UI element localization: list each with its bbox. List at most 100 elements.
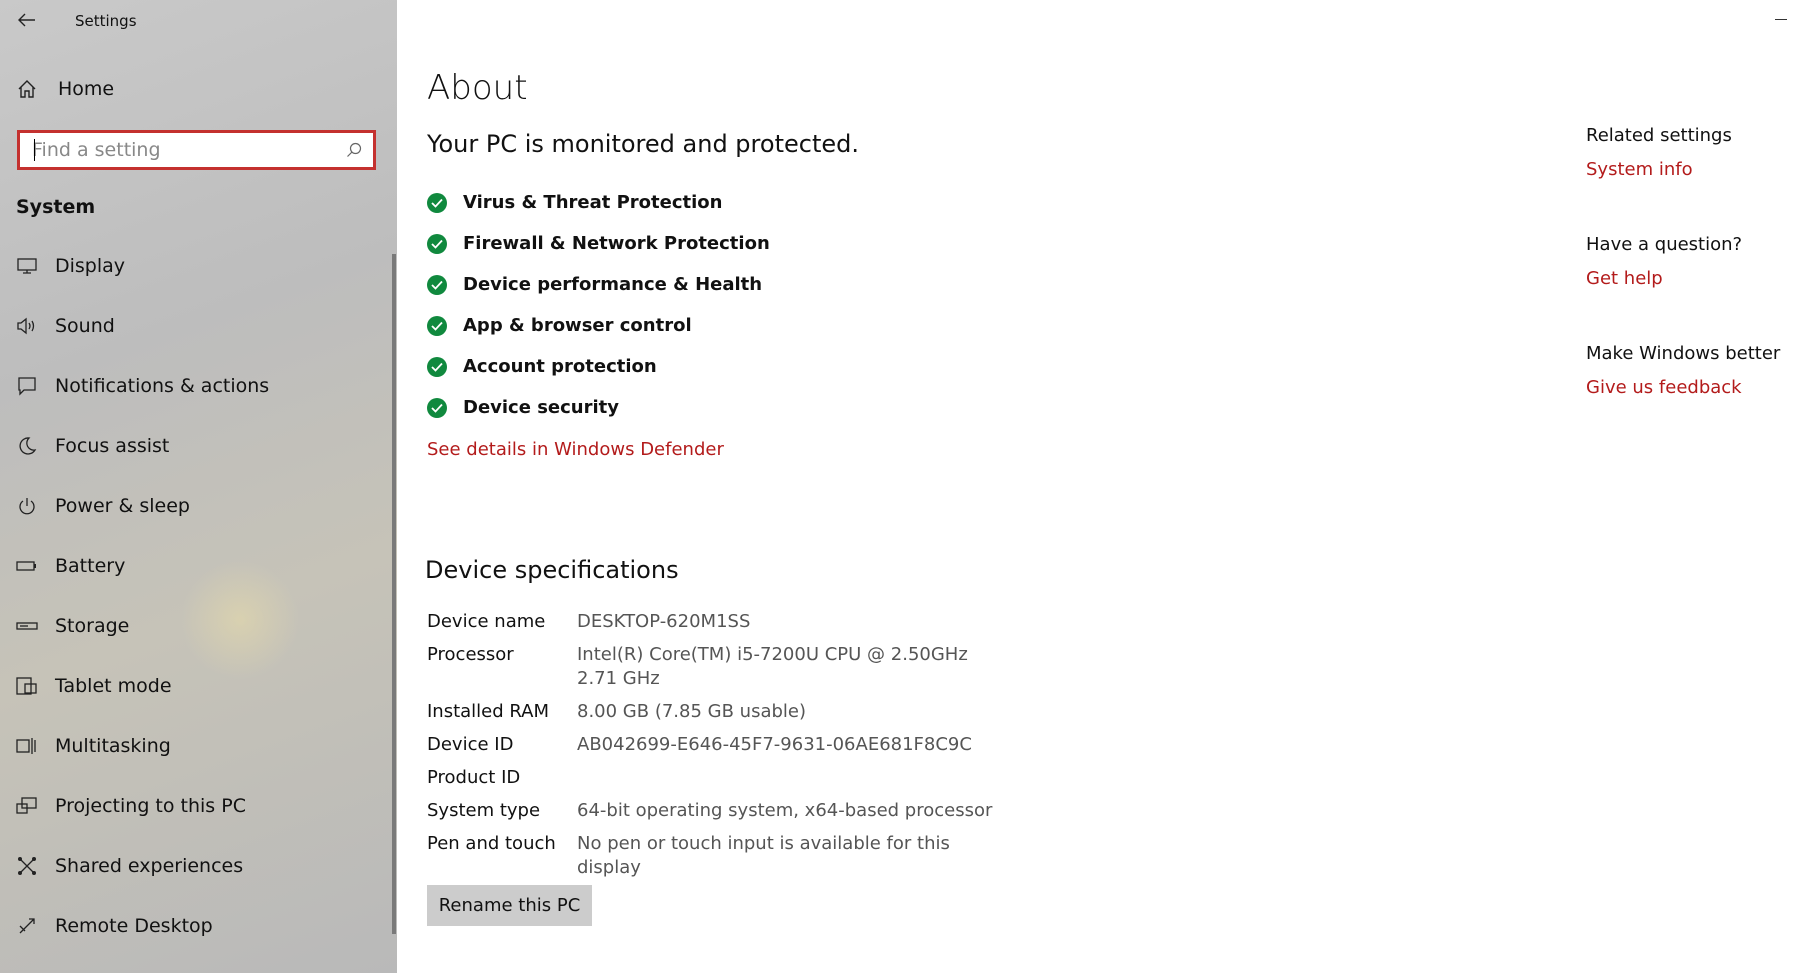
search-box[interactable]	[17, 130, 376, 170]
sidebar-item-projecting[interactable]: Projecting to this PC	[0, 776, 397, 836]
system-info-link[interactable]: System info	[1586, 159, 1796, 180]
device-specs-heading: Device specifications	[425, 556, 679, 584]
sidebar-item-remote-desktop[interactable]: Remote Desktop	[0, 896, 397, 956]
moon-icon	[16, 435, 38, 457]
projector-icon	[16, 795, 38, 817]
sidebar-item-battery[interactable]: Battery	[0, 536, 397, 596]
sidebar: Settings Home System Display Sound Notif…	[0, 0, 397, 973]
spec-value: No pen or touch input is available for t…	[577, 833, 950, 878]
protection-item-label: Device performance & Health	[463, 274, 763, 295]
sidebar-item-focus-assist[interactable]: Focus assist	[0, 416, 397, 476]
sidebar-item-home[interactable]: Home	[16, 78, 114, 100]
protection-item: Virus & Threat Protection	[427, 182, 770, 223]
check-circle-icon	[427, 356, 447, 377]
main-content: About Your PC is monitored and protected…	[397, 0, 1806, 973]
home-label: Home	[58, 78, 115, 100]
spec-row: Processor Intel(R) Core(TM) i5-7200U CPU…	[427, 643, 1027, 691]
sidebar-item-display[interactable]: Display	[0, 236, 397, 296]
spec-row: System type 64-bit operating system, x64…	[427, 799, 1027, 823]
multitasking-icon	[16, 735, 38, 757]
remote-desktop-icon	[16, 915, 38, 937]
protection-heading: Your PC is monitored and protected.	[427, 130, 859, 158]
spec-row: Device ID AB042699-E646-45F7-9631-06AE68…	[427, 733, 1027, 757]
sidebar-item-multitasking[interactable]: Multitasking	[0, 716, 397, 776]
protection-item-label: Virus & Threat Protection	[463, 192, 723, 213]
spec-row: Pen and touch No pen or touch input is a…	[427, 832, 1027, 880]
related-heading: Make Windows better	[1586, 343, 1781, 364]
windows-defender-link[interactable]: See details in Windows Defender	[427, 439, 724, 460]
question-block: Have a question? Get help	[1586, 234, 1796, 289]
spec-key: Processor	[427, 644, 514, 665]
power-icon	[16, 495, 38, 517]
back-button[interactable]	[16, 9, 38, 31]
spec-key: Device name	[427, 611, 546, 632]
shared-icon	[16, 855, 38, 877]
related-heading: Have a question?	[1586, 234, 1743, 255]
protection-item-label: Firewall & Network Protection	[463, 233, 770, 254]
sidebar-item-tablet-mode[interactable]: Tablet mode	[0, 656, 397, 716]
spec-row: Device name DESKTOP-620M1SS	[427, 610, 1027, 634]
speaker-icon	[16, 315, 38, 337]
section-title-system: System	[16, 196, 96, 218]
check-circle-icon	[427, 315, 447, 336]
sidebar-scrollbar[interactable]	[392, 254, 396, 934]
spec-key: Installed RAM	[427, 701, 550, 722]
check-circle-icon	[427, 233, 447, 254]
check-circle-icon	[427, 397, 447, 418]
sidebar-item-label: Battery	[55, 555, 126, 577]
spec-row: Product ID	[427, 766, 1027, 790]
check-circle-icon	[427, 192, 447, 213]
sidebar-item-label: Sound	[55, 315, 115, 337]
sidebar-item-power-sleep[interactable]: Power & sleep	[0, 476, 397, 536]
message-icon	[16, 375, 38, 397]
related-panel: Related settings System info Have a ques…	[1586, 125, 1796, 452]
protection-item: App & browser control	[427, 305, 770, 346]
spec-value: 64-bit operating system, x64-based proce…	[577, 800, 993, 821]
sidebar-item-label: Multitasking	[55, 735, 171, 757]
related-heading: Related settings	[1586, 125, 1732, 146]
device-specs-table: Device name DESKTOP-620M1SS Processor In…	[427, 610, 1027, 889]
spec-value: Intel(R) Core(TM) i5-7200U CPU @ 2.50GHz…	[577, 644, 968, 689]
sidebar-item-label: Shared experiences	[55, 855, 244, 877]
sidebar-item-label: Storage	[55, 615, 130, 637]
protection-item: Firewall & Network Protection	[427, 223, 770, 264]
app-title: Settings	[75, 12, 137, 30]
tablet-icon	[16, 675, 38, 697]
protection-list: Virus & Threat Protection Firewall & Net…	[427, 182, 770, 428]
spec-row: Installed RAM 8.00 GB (7.85 GB usable)	[427, 700, 1027, 724]
sidebar-item-label: Power & sleep	[55, 495, 190, 517]
sidebar-item-sound[interactable]: Sound	[0, 296, 397, 356]
search-icon[interactable]	[343, 139, 365, 161]
protection-item: Device performance & Health	[427, 264, 770, 305]
give-feedback-link[interactable]: Give us feedback	[1586, 377, 1796, 398]
sidebar-item-label: Focus assist	[55, 435, 170, 457]
sidebar-item-storage[interactable]: Storage	[0, 596, 397, 656]
sidebar-item-label: Remote Desktop	[55, 915, 213, 937]
spec-value: DESKTOP-620M1SS	[577, 611, 751, 632]
related-settings-block: Related settings System info	[1586, 125, 1796, 180]
get-help-link[interactable]: Get help	[1586, 268, 1796, 289]
sidebar-item-shared-experiences[interactable]: Shared experiences	[0, 836, 397, 896]
storage-icon	[16, 615, 38, 637]
feedback-block: Make Windows better Give us feedback	[1586, 343, 1796, 398]
spec-key: Product ID	[427, 767, 521, 788]
minimize-button[interactable]	[1770, 8, 1792, 30]
sidebar-item-label: Projecting to this PC	[55, 795, 246, 817]
rename-pc-button[interactable]: Rename this PC	[427, 885, 592, 926]
sidebar-item-label: Tablet mode	[55, 675, 172, 697]
spec-key: System type	[427, 800, 541, 821]
spec-value: AB042699-E646-45F7-9631-06AE681F8C9C	[577, 734, 972, 755]
sidebar-item-label: Display	[55, 255, 126, 277]
sidebar-nav: Display Sound Notifications & actions Fo…	[0, 236, 397, 956]
search-input[interactable]	[20, 133, 343, 167]
protection-item-label: Account protection	[463, 356, 657, 377]
check-circle-icon	[427, 274, 447, 295]
spec-key: Device ID	[427, 734, 514, 755]
protection-item: Account protection	[427, 346, 770, 387]
sidebar-item-notifications[interactable]: Notifications & actions	[0, 356, 397, 416]
display-icon	[16, 255, 38, 277]
protection-item-label: App & browser control	[463, 315, 692, 336]
spec-value	[577, 766, 1007, 790]
battery-icon	[16, 555, 38, 577]
page-title: About	[427, 68, 528, 108]
